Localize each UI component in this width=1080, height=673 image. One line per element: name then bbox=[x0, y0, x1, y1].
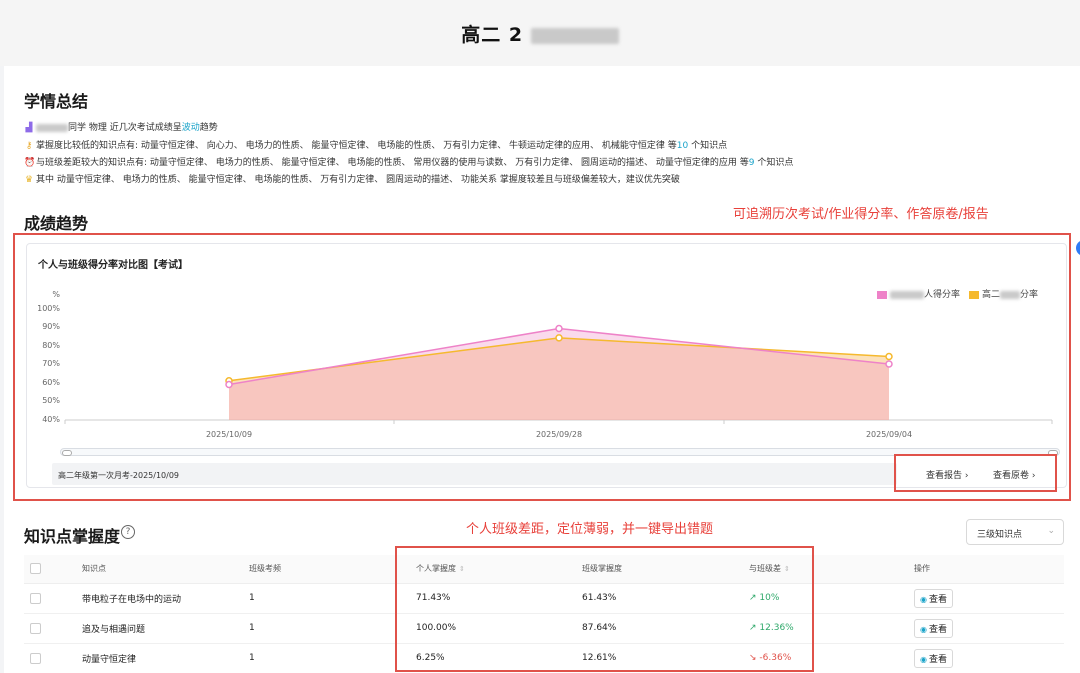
chevron-down-icon: ⌄ bbox=[1047, 526, 1055, 536]
knowledge-annotation: 个人班级差距，定位薄弱，并一键导出错题 bbox=[466, 522, 714, 537]
view-paper-link[interactable]: 查看原卷 › bbox=[993, 468, 1036, 481]
knowledge-level-select[interactable]: 三级知识点 ⌄ bbox=[966, 519, 1064, 545]
cell-knowledge: 动量守恒定律 bbox=[82, 643, 249, 673]
cell-frequency: 1 bbox=[249, 643, 416, 673]
data-point bbox=[885, 360, 893, 368]
view-button[interactable]: ◉ 查看 bbox=[914, 618, 953, 638]
x-tick: 2025/09/28 bbox=[535, 430, 583, 439]
row-checkbox[interactable] bbox=[30, 592, 41, 604]
eye-icon: ◉ bbox=[920, 654, 927, 664]
eye-icon: ◉ bbox=[920, 624, 927, 634]
row-checkbox[interactable] bbox=[30, 622, 41, 634]
column-header: 知识点 bbox=[82, 555, 249, 584]
knowledge-heading: 知识点掌握度 bbox=[24, 527, 121, 546]
data-point bbox=[555, 334, 563, 342]
row-checkbox[interactable] bbox=[30, 652, 41, 664]
series-area bbox=[229, 328, 889, 420]
cell-frequency: 1 bbox=[249, 613, 416, 644]
column-header: 班级考频 bbox=[249, 555, 416, 584]
data-point bbox=[555, 324, 563, 333]
cell-knowledge: 带电粒子在电场中的运动 bbox=[82, 583, 249, 614]
help-icon[interactable]: ? bbox=[121, 525, 135, 539]
range-handle-left[interactable] bbox=[62, 450, 72, 456]
view-button[interactable]: ◉ 查看 bbox=[914, 588, 953, 608]
cell-knowledge: 追及与相遇问题 bbox=[82, 613, 249, 644]
view-report-link[interactable]: 查看报告 › bbox=[926, 468, 969, 481]
chevron-right-icon: › bbox=[1031, 471, 1036, 481]
x-tick: 2025/10/09 bbox=[205, 430, 253, 439]
chevron-right-icon: › bbox=[964, 471, 969, 481]
select-all-checkbox[interactable] bbox=[30, 563, 41, 575]
cell-frequency: 1 bbox=[249, 583, 416, 614]
data-point bbox=[885, 352, 893, 361]
selected-exam-label: 高二年级第一次月考-2025/10/09 bbox=[52, 463, 897, 485]
table-highlight-box bbox=[395, 546, 814, 672]
column-header: 操作 bbox=[914, 555, 1064, 584]
view-button[interactable]: ◉ 查看 bbox=[914, 648, 953, 668]
eye-icon: ◉ bbox=[920, 594, 927, 604]
data-point bbox=[225, 380, 233, 389]
x-tick: 2025/09/04 bbox=[865, 430, 913, 439]
